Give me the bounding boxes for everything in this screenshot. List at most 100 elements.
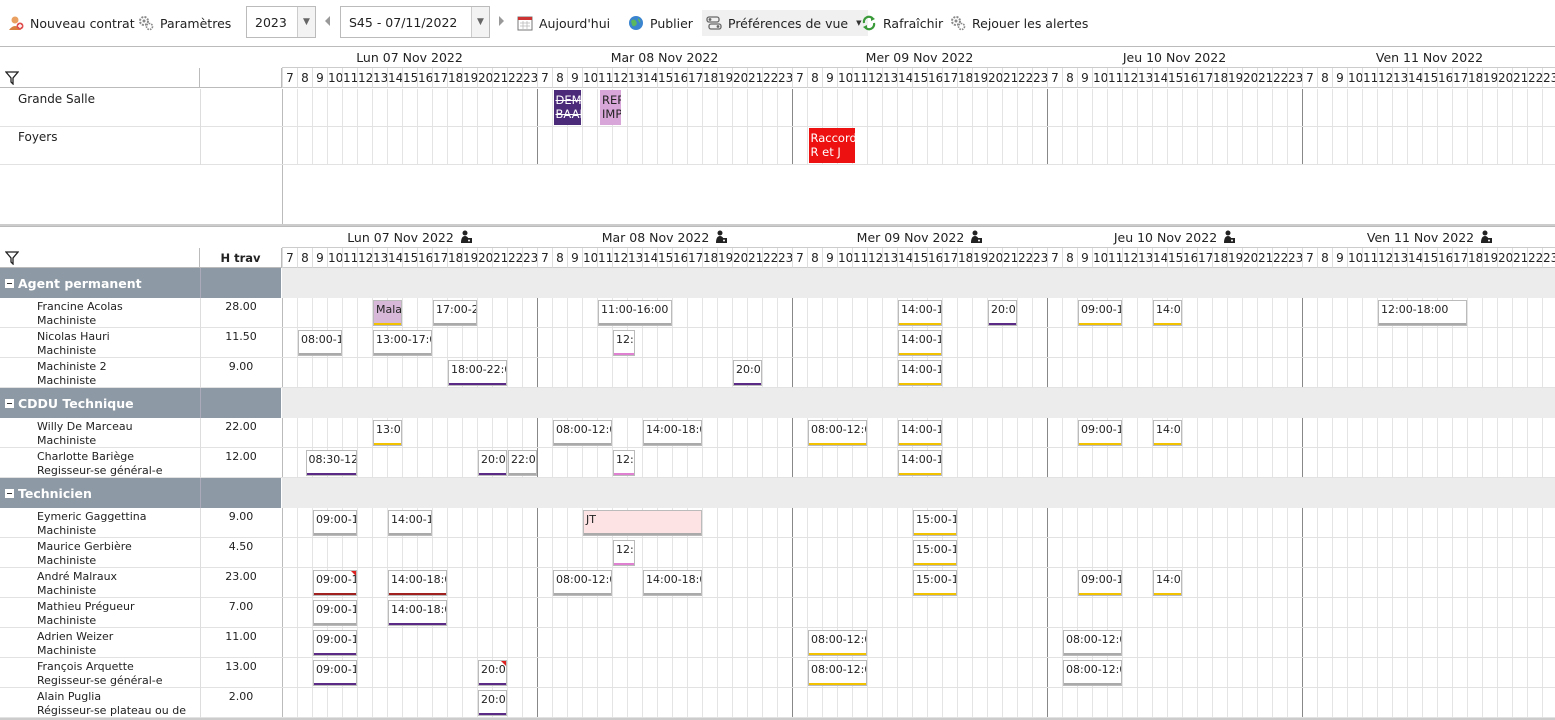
shift-label: 09:00-12	[1081, 573, 1121, 586]
cell-border	[200, 478, 201, 508]
shift-block[interactable]: 20:00	[733, 360, 762, 386]
today-button[interactable]: Aujourd'hui	[517, 12, 610, 34]
shift-block[interactable]: 13:00-17:00	[373, 330, 432, 356]
hour-label: 7	[537, 68, 552, 88]
shift-block[interactable]: 14:00-18:00	[388, 570, 447, 596]
replay-alerts-button[interactable]: Rejouer les alertes	[950, 12, 1088, 34]
shift-block[interactable]: 08:00-12:00	[808, 630, 867, 656]
filter-icon[interactable]	[4, 71, 20, 88]
person-lock-icon[interactable]	[460, 230, 472, 244]
shift-block[interactable]: 20:00	[988, 300, 1017, 326]
view-preferences-button[interactable]: Préférences de vue ▼	[702, 10, 868, 36]
hour-label: 15	[1422, 248, 1438, 268]
shift-block[interactable]: 20:00	[478, 690, 507, 716]
shift-block[interactable]: 09:00-12	[313, 600, 357, 626]
shift-block[interactable]: 09:00-12	[1078, 570, 1122, 596]
person-lock-icon[interactable]	[715, 230, 728, 244]
previous-week-icon[interactable]	[325, 16, 330, 26]
filter-cell[interactable]	[0, 248, 200, 268]
shift-block[interactable]: 09:00-12	[313, 510, 357, 536]
room-event[interactable]: REP IMP	[600, 90, 621, 125]
shift-block[interactable]: Malac	[373, 300, 402, 326]
person-lock-icon[interactable]	[1480, 230, 1493, 244]
person-lock-icon[interactable]	[1223, 230, 1236, 244]
shift-block[interactable]: 08:00-12:00	[553, 570, 612, 596]
shift-block[interactable]: 14:00-17	[898, 300, 942, 326]
collapse-icon[interactable]	[5, 278, 14, 288]
hour-gridline	[1317, 89, 1318, 165]
filter-cell[interactable]	[0, 68, 200, 88]
week-select[interactable]: S45 - 07/11/2022 ▼	[340, 6, 490, 38]
shift-block[interactable]: 14:00-18:00	[643, 570, 702, 596]
shift-label: 08:00-12:00	[556, 573, 611, 586]
group-header[interactable]: Agent permanent	[0, 268, 281, 298]
shift-block[interactable]: 09:00-12	[313, 660, 357, 686]
shift-block[interactable]: 15:00-18	[913, 570, 957, 596]
person-role: Machiniste	[37, 584, 97, 597]
collapse-icon[interactable]	[5, 398, 14, 408]
collapse-icon[interactable]	[5, 488, 14, 498]
shift-block[interactable]: 14:00	[1153, 420, 1182, 446]
shift-block[interactable]: 14:00	[1153, 570, 1182, 596]
shift-block[interactable]: 08:00-12:00	[1063, 630, 1122, 656]
shift-block[interactable]: 14:00	[1153, 300, 1182, 326]
shift-block[interactable]: 15:00-18	[913, 510, 957, 536]
shift-block[interactable]: 20:00	[478, 450, 507, 476]
hour-label: 17	[1452, 68, 1468, 88]
group-header[interactable]: CDDU Technique	[0, 388, 281, 418]
hour-gridline	[912, 89, 913, 165]
shift-label: 14:00	[1156, 573, 1181, 586]
shift-block[interactable]: 08:00-12:00	[808, 420, 867, 446]
shift-status-bar	[809, 683, 866, 685]
person-name: Eymeric Gaggettina	[37, 510, 147, 523]
shift-block[interactable]: 13:00	[373, 420, 402, 446]
shift-block[interactable]: 08:00-12:00	[553, 420, 612, 446]
shift-block[interactable]: 14:00-18:00	[388, 600, 447, 626]
shift-block[interactable]: 14:00-17	[898, 420, 942, 446]
shift-block[interactable]: 17:00-20	[433, 300, 477, 326]
shift-block[interactable]: JT	[583, 510, 702, 536]
shift-block[interactable]: 12:00-18:00	[1378, 300, 1467, 326]
shift-block[interactable]: 08:30-12:0	[305, 450, 357, 476]
shift-block[interactable]: 08:00-12:00	[1063, 660, 1122, 686]
day-header-label: Lun 07 Nov 2022	[347, 229, 454, 245]
shift-block[interactable]: 14:00-17	[898, 330, 942, 356]
filter-icon[interactable]	[4, 251, 20, 268]
shift-block[interactable]: 09:00-12	[1078, 420, 1122, 446]
shift-block[interactable]: 11:00-16:00	[598, 300, 672, 326]
shift-status-bar	[1154, 323, 1181, 325]
next-week-icon[interactable]	[499, 16, 504, 26]
shift-block[interactable]: 14:00-18:00	[643, 420, 702, 446]
chevron-down-icon[interactable]: ▼	[297, 7, 315, 37]
shift-block[interactable]: 14:00-17	[388, 510, 432, 536]
shift-block[interactable]: 09:00-12	[1078, 300, 1122, 326]
shift-block[interactable]: 14:00-17	[898, 360, 942, 386]
shift-block[interactable]: 08:00-11	[298, 330, 342, 356]
group-header[interactable]: Technicien	[0, 478, 281, 508]
publish-button[interactable]: Publier	[628, 12, 693, 34]
person-lock-icon[interactable]	[970, 230, 983, 244]
shift-block[interactable]: 09:00-12	[313, 630, 357, 656]
day-header-label: Mer 09 Nov 2022	[865, 49, 974, 65]
shift-block[interactable]: 12:1	[613, 330, 635, 356]
hour-label: 14	[1407, 68, 1423, 88]
chevron-down-icon[interactable]: ▼	[471, 7, 489, 37]
refresh-button[interactable]: Rafraîchir	[861, 12, 943, 34]
hour-label: 16	[1182, 248, 1198, 268]
shift-block[interactable]: 14:00-17	[898, 450, 942, 476]
shift-block[interactable]: 22:00	[508, 450, 537, 476]
cell-border	[200, 127, 201, 165]
shift-block[interactable]: 12:1	[613, 450, 635, 476]
shift-block[interactable]: 09:00-12	[313, 570, 357, 596]
shift-block[interactable]: 18:00-22:00	[448, 360, 507, 386]
year-select[interactable]: 2023 ▼	[246, 6, 316, 38]
shift-block[interactable]: 08:00-12:00	[808, 660, 867, 686]
room-event[interactable]: Raccord R et J	[808, 128, 855, 163]
settings-button[interactable]: Paramètres	[138, 12, 231, 34]
shift-label: 20:00	[481, 693, 506, 706]
shift-block[interactable]: 15:00-18	[913, 540, 957, 566]
shift-block[interactable]: 20:00	[478, 660, 507, 686]
new-contract-button[interactable]: Nouveau contrat	[8, 12, 135, 34]
room-event[interactable]: DEMOBAAL	[553, 90, 581, 125]
shift-block[interactable]: 12:1	[613, 540, 635, 566]
